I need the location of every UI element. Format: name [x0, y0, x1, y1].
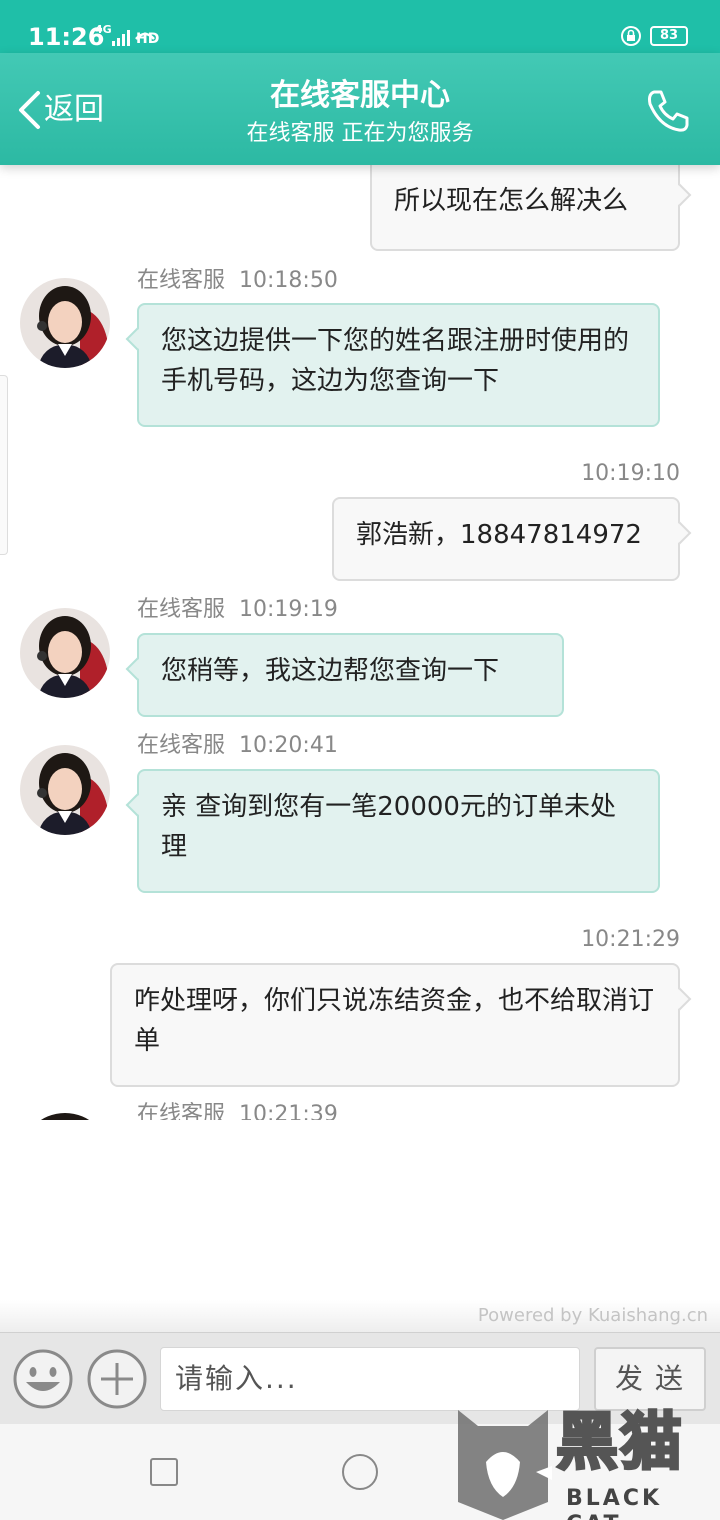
side-drawer-handle[interactable]	[0, 375, 8, 555]
agent-avatar	[20, 608, 110, 698]
message-text: 亲 查询到您有一笔20000元的订单未处理	[161, 792, 616, 862]
message-bubble-incoming: 您这边提供一下您的姓名跟注册时使用的手机号码，这边为您查询一下	[125, 303, 660, 427]
recent-apps-button[interactable]	[150, 1458, 178, 1486]
plus-icon[interactable]	[86, 1348, 148, 1410]
agent-avatar	[20, 278, 110, 368]
agent-avatar	[20, 1113, 110, 1120]
message-time: 10:21:29	[581, 927, 680, 952]
agent-avatar-icon	[20, 278, 110, 368]
sender-name: 在线客服	[137, 733, 226, 758]
agent-avatar	[20, 745, 110, 835]
message-time: 10:20:41	[239, 733, 338, 758]
agent-avatar-icon	[20, 608, 110, 698]
chat-header: 返回 在线客服中心 在线客服 正在为您服务	[0, 53, 720, 165]
network-type: 4G	[95, 23, 112, 36]
phone-icon[interactable]	[644, 87, 692, 135]
cat-logo-icon	[458, 1410, 552, 1520]
message-bubble-outgoing: 咋处理呀，你们只说冻结资金，也不给取消订单	[110, 963, 692, 1087]
message-time: 10:19:10	[581, 461, 680, 486]
message-time: 10:18:50	[239, 268, 338, 293]
message-bubble-outgoing: 所以现在怎么解决么	[370, 165, 692, 251]
emoji-icon[interactable]	[12, 1348, 74, 1410]
sender-name: 在线客服	[137, 1102, 226, 1120]
message-meta: 在线客服 10:18:50	[137, 267, 338, 295]
signal-icon	[112, 30, 130, 46]
lock-rotation-icon	[621, 26, 641, 46]
watermark-cn: 黑猫	[554, 1404, 685, 1479]
message-bubble-incoming: 亲 查询到您有一笔20000元的订单未处理	[125, 769, 660, 893]
message-time: 10:19:19	[239, 597, 338, 622]
message-text: 所以现在怎么解决么	[394, 186, 629, 216]
battery-indicator: 83	[650, 26, 688, 46]
page-title: 在线客服中心	[270, 78, 450, 113]
blackcat-watermark: 黑猫 BLACK CAT	[448, 1402, 720, 1520]
watermark-en: BLACK CAT	[566, 1486, 663, 1520]
message-meta: 在线客服 10:21:39	[137, 1101, 338, 1120]
sender-name: 在线客服	[137, 268, 226, 293]
sender-name: 在线客服	[137, 597, 226, 622]
message-meta: 在线客服 10:19:19	[137, 596, 338, 624]
home-button[interactable]	[342, 1454, 378, 1490]
message-time: 10:21:39	[239, 1102, 338, 1120]
message-text: 郭浩新，18847814972	[356, 520, 642, 550]
message-bubble-outgoing: 郭浩新，18847814972	[332, 497, 692, 581]
powered-by-text: Powered by Kuaishang.cn	[477, 1305, 708, 1326]
page-subtitle: 在线客服 正在为您服务	[246, 121, 474, 146]
powered-by-bar: Powered by Kuaishang.cn	[0, 1300, 720, 1332]
status-time: 11:26	[28, 23, 105, 51]
message-bubble-incoming: 您稍等，我这边帮您查询一下	[125, 633, 564, 717]
agent-avatar-icon	[20, 745, 110, 835]
status-bar: 11:26 4G HD 83	[0, 0, 720, 53]
message-meta: 在线客服 10:20:41	[137, 732, 338, 760]
hd-indicator: HD	[136, 31, 160, 47]
chat-area[interactable]: 所以现在怎么解决么 在线客服 10:18:50 您这边提供一下您的姓名跟注册时使用…	[0, 165, 720, 1120]
message-text: 咋处理呀，你们只说冻结资金，也不给取消订单	[134, 986, 655, 1056]
message-text: 您这边提供一下您的姓名跟注册时使用的手机号码，这边为您查询一下	[161, 326, 630, 396]
message-text: 您稍等，我这边帮您查询一下	[161, 656, 500, 686]
